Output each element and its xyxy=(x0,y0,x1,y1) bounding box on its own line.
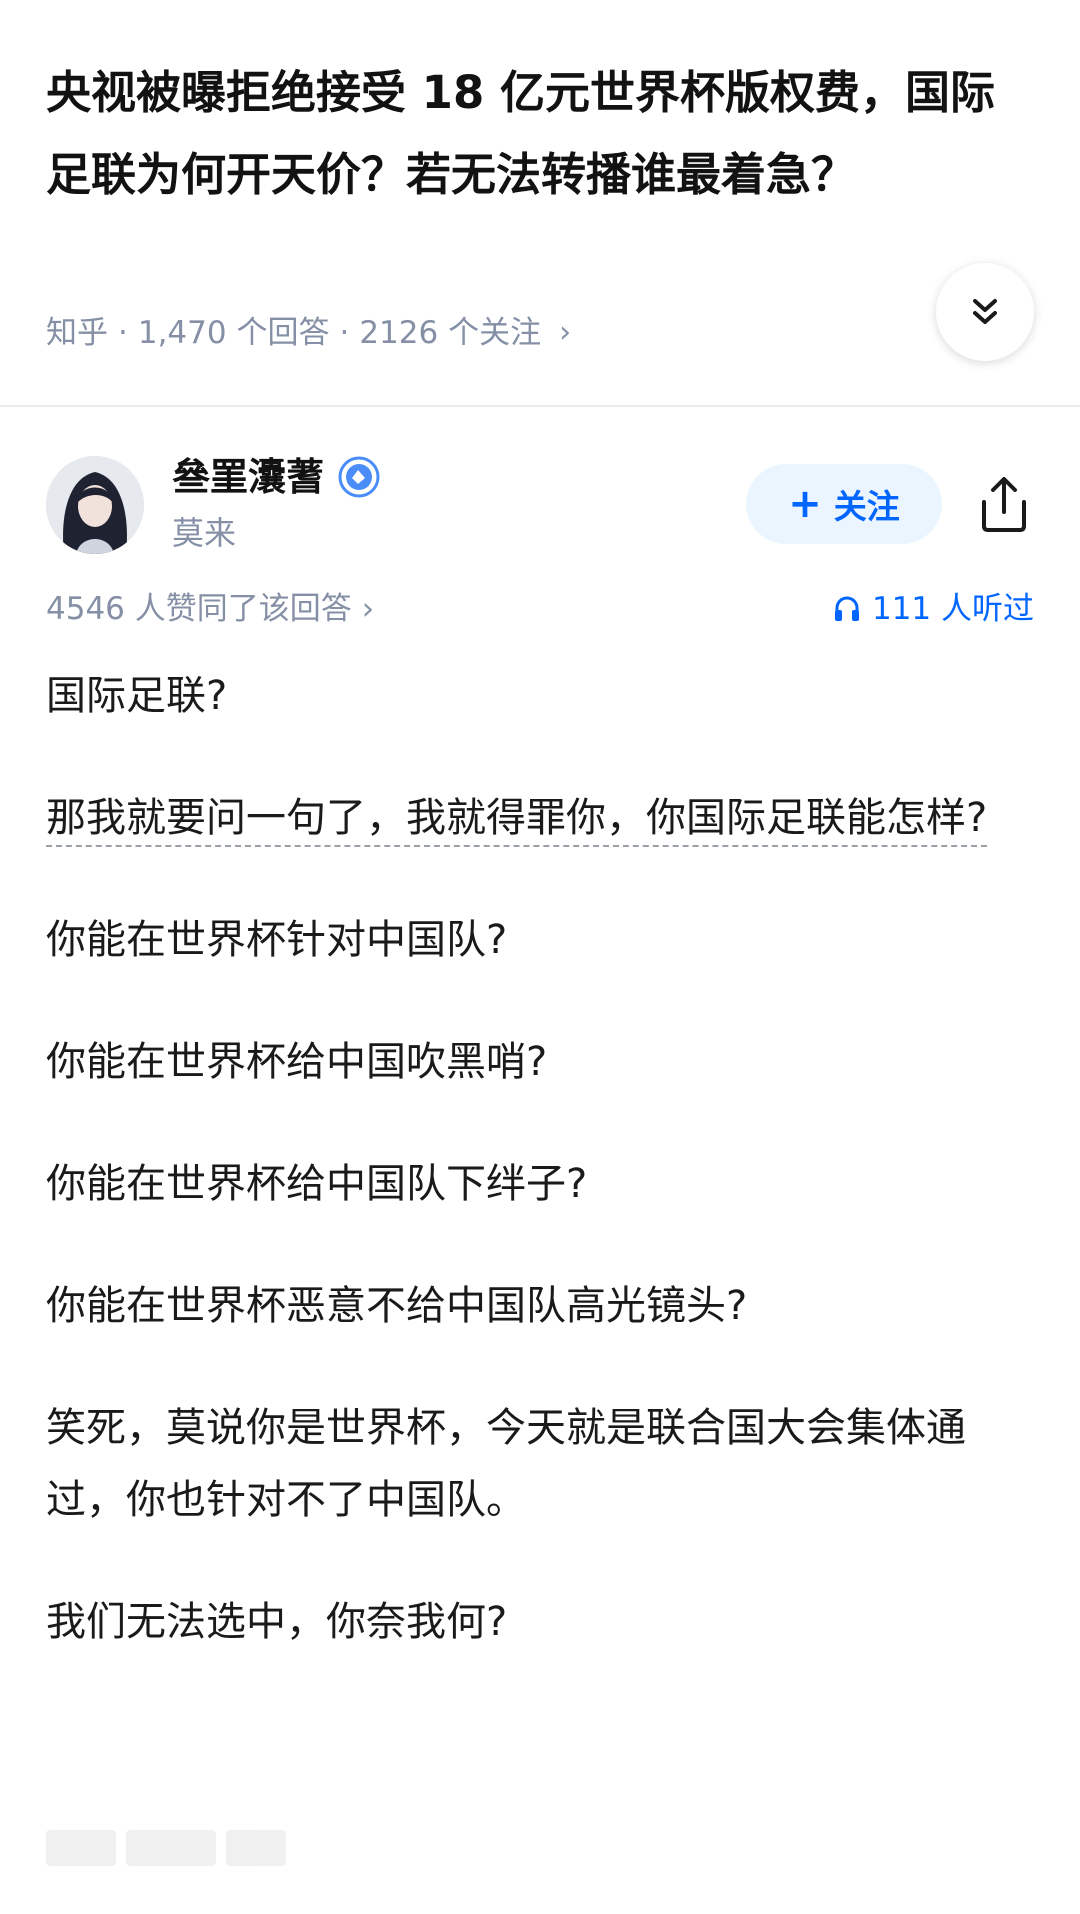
answer-paragraph: 你能在世界杯针对中国队? xyxy=(46,917,508,963)
author-avatar[interactable] xyxy=(46,456,144,554)
votes-row[interactable]: 4546 人赞同了该回答 › xyxy=(46,584,374,634)
question-source: 知乎 xyxy=(46,315,108,351)
verified-badge-icon xyxy=(338,456,380,498)
meta-separator: · xyxy=(339,315,350,351)
followers-count: 2126 个关注 xyxy=(359,315,542,351)
answer-content: 国际足联? 那我就要问一句了，我就得罪你，你国际足联能怎样? 你能在世界杯针对中… xyxy=(46,660,1036,1708)
headphones-icon xyxy=(834,596,859,621)
faded-watermark xyxy=(46,1830,306,1874)
plus-icon: + xyxy=(788,481,822,527)
meta-separator: · xyxy=(118,315,128,351)
listen-text: 111 人听过 xyxy=(871,591,1034,627)
follow-label: 关注 xyxy=(833,487,900,526)
follow-button[interactable]: + 关注 xyxy=(746,464,942,544)
answer-paragraph: 笑死，莫说你是世界杯，今天就是联合国大会集体通过，你也针对不了中国队。 xyxy=(46,1405,966,1523)
question-meta[interactable]: 知乎 · 1,470 个回答 · 2126 个关注 › xyxy=(46,308,571,358)
answer-paragraph-highlighted[interactable]: 那我就要问一句了，我就得罪你，你国际足联能怎样? xyxy=(46,782,1036,854)
question-header: 央视被曝拒绝接受 18 亿元世界杯版权费，国际足联为何开天价？若无法转播谁最着急… xyxy=(0,0,1080,405)
chevron-right-icon: › xyxy=(559,315,572,350)
answer-paragraph: 你能在世界杯给中国吹黑哨? xyxy=(46,1039,548,1085)
author-name-row[interactable]: 叄罣灢蓍 xyxy=(172,452,380,502)
question-title[interactable]: 央视被曝拒绝接受 18 亿元世界杯版权费，国际足联为何开天价？若无法转播谁最着急… xyxy=(46,52,1006,216)
author-subtitle: 莫来 xyxy=(172,514,237,552)
author-name[interactable]: 叄罣灢蓍 xyxy=(172,452,324,502)
highlighted-text[interactable]: 那我就要问一句了，我就得罪你，你国际足联能怎样? xyxy=(46,795,987,841)
answer-paragraph: 国际足联? xyxy=(46,673,228,719)
answer-paragraph: 你能在世界杯恶意不给中国队高光镜头? xyxy=(46,1283,748,1329)
share-icon[interactable] xyxy=(974,472,1034,536)
answer-paragraph: 你能在世界杯给中国队下绊子? xyxy=(46,1161,588,1207)
avatar-image xyxy=(46,456,144,554)
section-divider xyxy=(0,405,1080,407)
listen-row[interactable]: 111 人听过 xyxy=(832,584,1034,634)
answers-count: 1,470 个回答 xyxy=(137,315,330,351)
votes-text: 4546 人赞同了该回答 xyxy=(46,591,352,627)
double-chevron-down-icon xyxy=(973,299,997,324)
expand-button[interactable] xyxy=(936,263,1034,361)
chevron-right-icon: › xyxy=(361,591,375,627)
answer-paragraph: 我们无法选中，你奈我何? xyxy=(46,1599,508,1645)
